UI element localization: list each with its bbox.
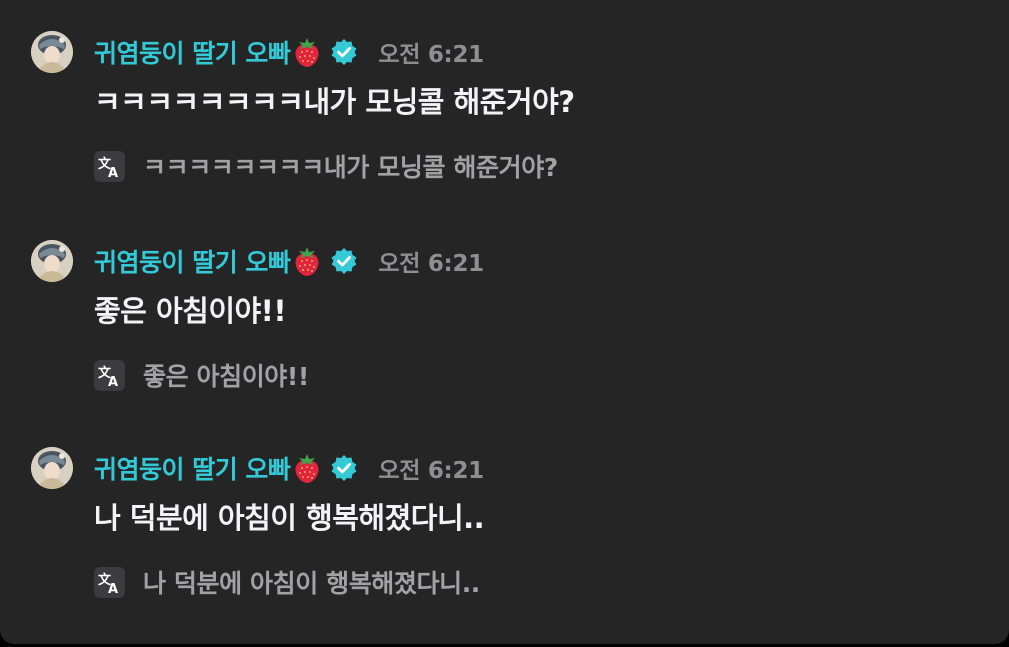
translation-text: ㅋㅋㅋㅋㅋㅋㅋㅋ내가 모닝콜 해준거야?: [143, 153, 558, 182]
translation-row: 文 A ㅋㅋㅋㅋㅋㅋㅋㅋ내가 모닝콜 해준거야?: [94, 149, 558, 183]
translation-text: 나 덕분에 아침이 행복해졌다니..: [143, 569, 480, 598]
verified-badge-icon: [330, 38, 358, 66]
translate-icon[interactable]: 文 A: [94, 359, 125, 391]
svg-text:A: A: [108, 375, 118, 388]
message-header: 귀염둥이 딸기 오빠 오전 6:21: [94, 242, 484, 280]
avatar[interactable]: [31, 31, 73, 73]
chat-message: 귀염둥이 딸기 오빠: [0, 240, 1009, 440]
avatar[interactable]: [31, 447, 73, 489]
author-name[interactable]: 귀염둥이 딸기 오빠: [94, 34, 291, 70]
chat-message: 귀염둥이 딸기 오빠: [0, 31, 1009, 231]
message-timestamp: 오전 6:21: [378, 42, 484, 68]
translation-text: 좋은 아침이야!!: [143, 362, 309, 391]
author-name[interactable]: 귀염둥이 딸기 오빠: [94, 450, 291, 486]
translate-icon[interactable]: 文 A: [94, 150, 125, 182]
avatar[interactable]: [31, 240, 73, 282]
chat-message: 귀염둥이 딸기 오빠: [0, 447, 1009, 647]
message-timestamp: 오전 6:21: [378, 458, 484, 484]
translate-icon[interactable]: 文 A: [94, 566, 125, 598]
strawberry-icon: [292, 451, 322, 485]
svg-text:A: A: [108, 166, 118, 179]
translation-row: 文 A 좋은 아침이야!!: [94, 358, 309, 392]
author-name[interactable]: 귀염둥이 딸기 오빠: [94, 243, 291, 279]
message-header: 귀염둥이 딸기 오빠 오전 6:21: [94, 33, 484, 71]
translation-row: 文 A 나 덕분에 아침이 행복해졌다니..: [94, 565, 480, 599]
strawberry-icon: [292, 244, 322, 278]
message-timestamp: 오전 6:21: [378, 251, 484, 277]
message-text: 나 덕분에 아침이 행복해졌다니..: [94, 501, 485, 535]
message-text: ㅋㅋㅋㅋㅋㅋㅋㅋ내가 모닝콜 해준거야?: [94, 85, 575, 119]
message-header: 귀염둥이 딸기 오빠 오전 6:21: [94, 449, 484, 487]
verified-badge-icon: [330, 247, 358, 275]
chat-panel: 귀염둥이 딸기 오빠 오전 6:21 ㅋㅋㅋㅋㅋㅋㅋㅋ내가 모닝콜 해준거야? …: [0, 0, 1009, 644]
svg-text:A: A: [108, 582, 118, 595]
verified-badge-icon: [330, 454, 358, 482]
message-text: 좋은 아침이야!!: [94, 294, 287, 328]
strawberry-icon: [292, 35, 322, 69]
